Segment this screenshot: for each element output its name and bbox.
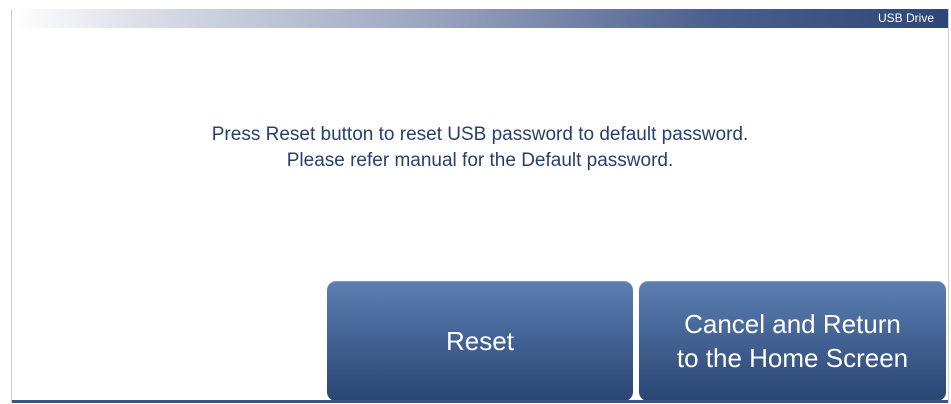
screen-title: USB Drive bbox=[877, 11, 934, 25]
instruction-line-2: Please refer manual for the Default pass… bbox=[286, 150, 674, 171]
usb-reset-screen: USB Drive Press Reset button to reset US… bbox=[11, 9, 949, 403]
cancel-button-label: Cancel and Return to the Home Screen bbox=[677, 307, 908, 375]
reset-instructions: Press Reset button to reset USB password… bbox=[12, 122, 948, 174]
cancel-label-line-2: to the Home Screen bbox=[676, 343, 909, 373]
cancel-label-line-1: Cancel and Return bbox=[684, 309, 901, 339]
reset-button-label: Reset bbox=[446, 326, 514, 356]
cancel-return-home-button[interactable]: Cancel and Return to the Home Screen bbox=[639, 281, 946, 401]
title-bar: USB Drive bbox=[12, 9, 948, 28]
instruction-line-1: Press Reset button to reset USB password… bbox=[211, 124, 749, 145]
reset-button[interactable]: Reset bbox=[327, 281, 633, 401]
bottom-divider bbox=[12, 400, 948, 403]
